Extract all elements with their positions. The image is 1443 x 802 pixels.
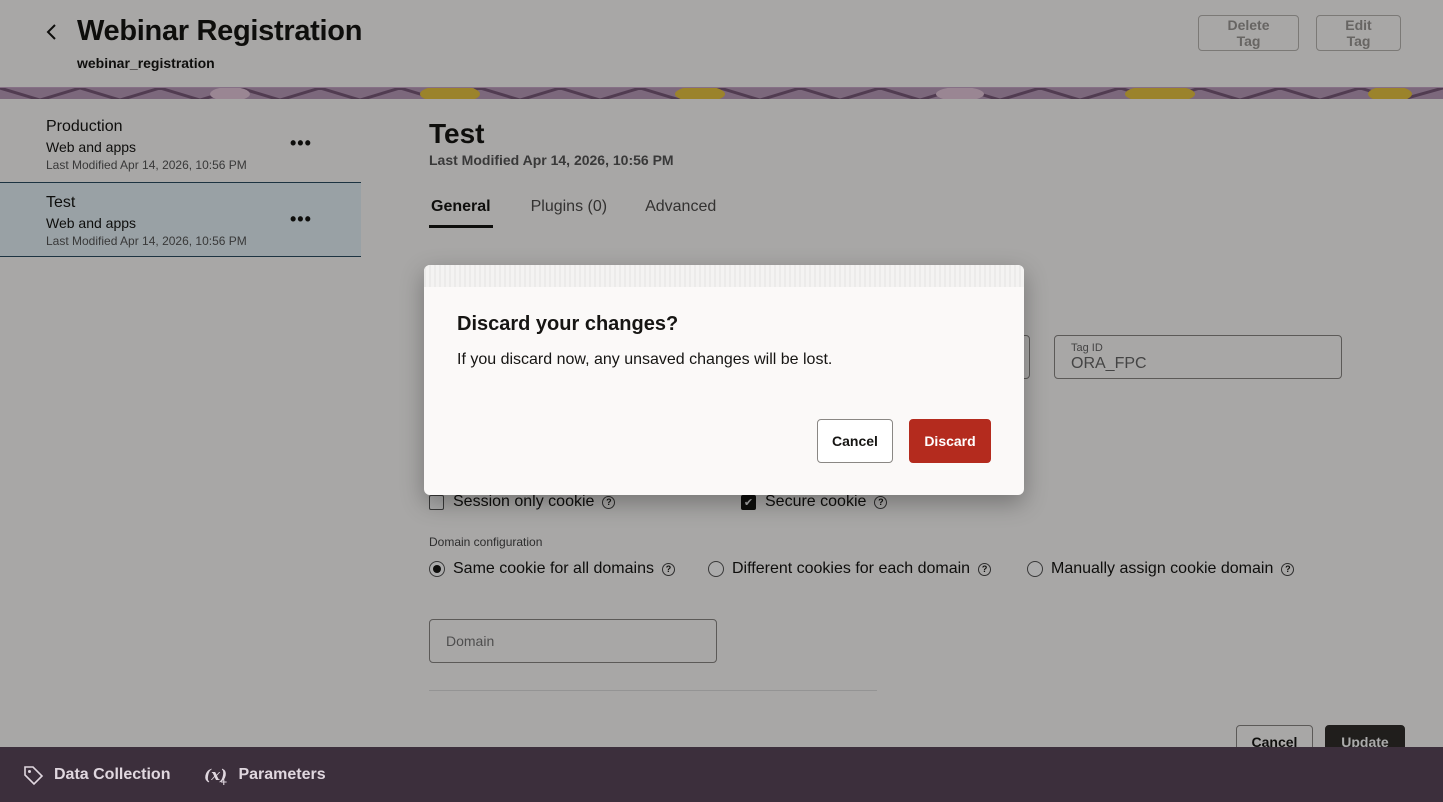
bottom-navigation: Data Collection (x) + Parameters	[0, 747, 1443, 802]
tag-icon	[24, 765, 44, 785]
discard-changes-dialog: Discard your changes? If you discard now…	[424, 265, 1024, 495]
nav-parameters[interactable]: (x) + Parameters	[204, 764, 325, 786]
svg-text:+: +	[220, 778, 228, 786]
dialog-discard-button[interactable]: Discard	[909, 419, 991, 463]
nav-label: Data Collection	[54, 765, 171, 783]
dialog-texture-header	[424, 265, 1024, 287]
dialog-title: Discard your changes?	[457, 313, 679, 335]
variable-icon: (x)+	[204, 766, 228, 786]
nav-label: Parameters	[238, 765, 326, 783]
dialog-message: If you discard now, any unsaved changes …	[457, 351, 833, 368]
dialog-cancel-button[interactable]: Cancel	[817, 419, 893, 463]
nav-data-collection[interactable]: Data Collection	[22, 764, 170, 786]
